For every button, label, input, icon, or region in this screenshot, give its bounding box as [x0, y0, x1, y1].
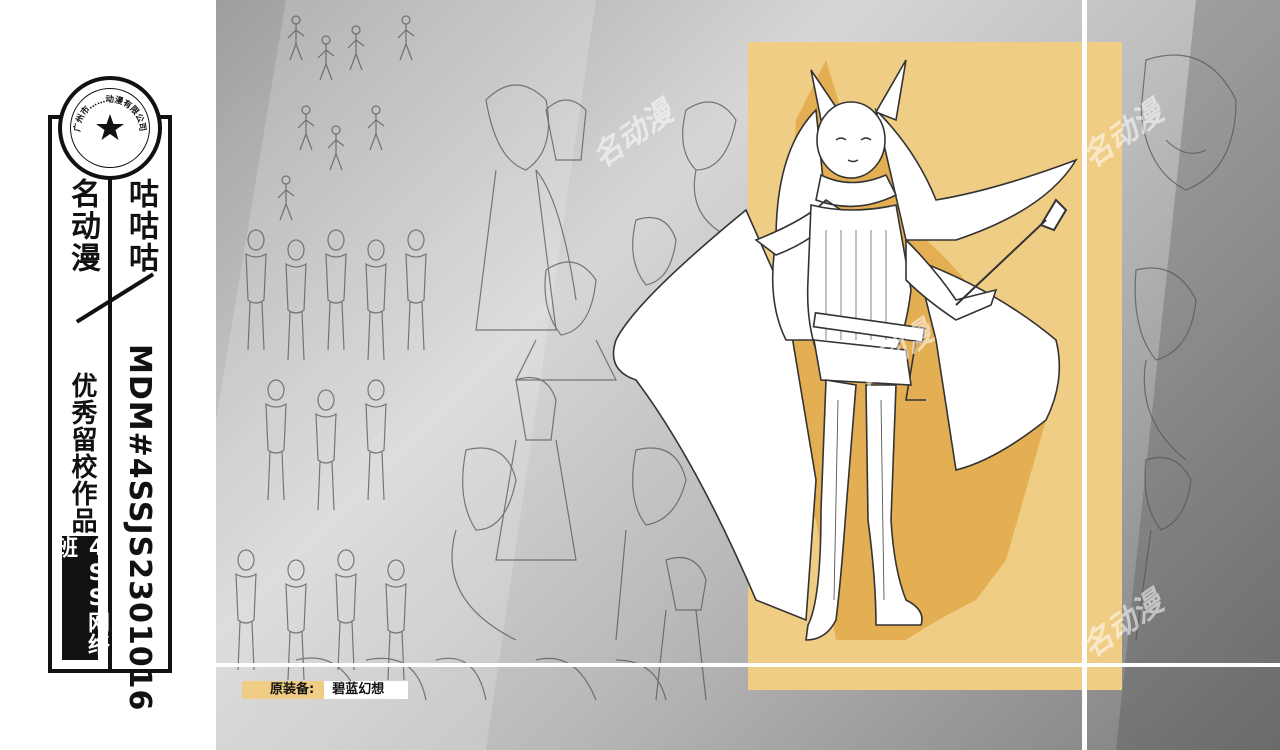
studio-name: 名动漫 [65, 178, 100, 274]
company-seal: 广州市……动漫有限公司 [58, 76, 162, 180]
horizontal-rule [216, 663, 1280, 667]
artwork-canvas: 名动漫 名动漫 名动漫 名动漫 原装备: 碧蓝幻想 [216, 0, 1280, 750]
face [816, 101, 886, 179]
class-tag: 4SS网络班 [52, 536, 109, 660]
star-icon: 广州市……动漫有限公司 [72, 94, 147, 140]
work-code: MDM#4SSJS2301016 [122, 344, 157, 712]
program-title: 优秀留校作品 [67, 372, 97, 534]
badge-panel: 广州市……动漫有限公司 名动漫 咕咕咕 优秀留校作品 4SS网络班 MDM#4S… [0, 0, 216, 750]
artist-name: 咕咕咕 [123, 178, 158, 274]
body-figures [235, 229, 427, 681]
stick-figures [277, 15, 415, 221]
caption-bar: 原装备: 碧蓝幻想 [242, 681, 409, 699]
caption-value: 碧蓝幻想 [324, 681, 409, 699]
caption-label: 原装备: [242, 681, 325, 699]
